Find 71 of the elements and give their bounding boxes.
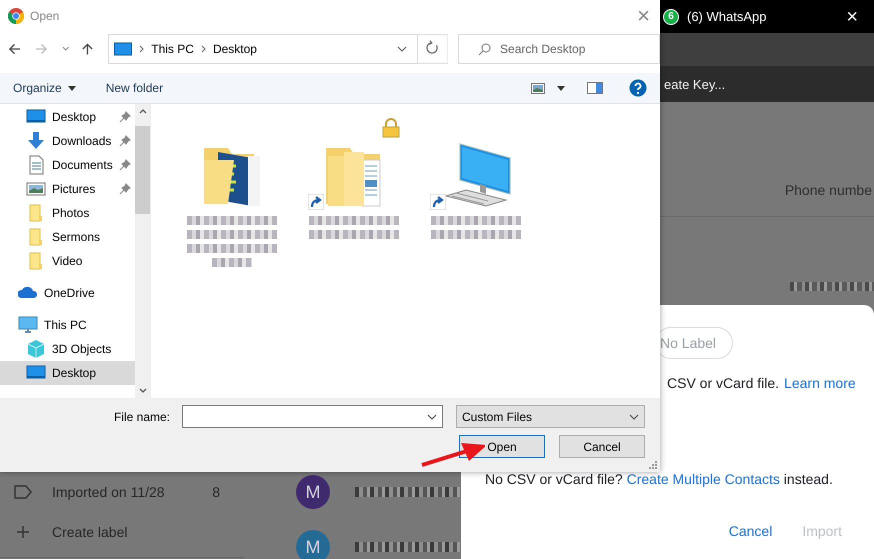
pin-icon [119,135,131,147]
help-icon[interactable] [629,79,647,97]
preview-pane-icon[interactable] [587,82,603,94]
learn-more-link[interactable]: Learn more [784,375,856,391]
pin-icon [119,159,131,171]
back-arrow-icon[interactable] [8,42,21,56]
chevron-down-icon [427,414,437,420]
sidebar-item[interactable]: Photos [0,201,135,225]
sidebar-item[interactable]: Desktop [0,105,135,129]
chevron-down-icon[interactable] [62,46,70,52]
close-button[interactable]: × [637,3,650,29]
file-name-field[interactable] [182,405,443,428]
pin-icon [119,111,131,123]
sidebar-item[interactable]: Video [0,249,135,273]
monitor-icon [114,42,132,56]
create-contacts-link[interactable]: Create Multiple Contacts [626,471,780,487]
instruction-text: CSV or vCard file. [667,375,780,391]
chevron-right-icon [139,45,144,53]
refresh-icon[interactable] [416,33,448,65]
caret-icon [68,86,76,90]
down-arrow-icon [26,131,46,151]
padlock-icon [382,118,400,138]
sidebar-item[interactable]: Downloads [0,129,135,153]
view-icon[interactable] [531,82,545,94]
column-header: Phone numbe [784,182,872,198]
sidebar-item[interactable]: This PC [0,313,135,337]
plus-icon [14,525,32,539]
browser-tab[interactable]: 6 (6) WhatsApp [663,8,846,24]
breadcrumb-item[interactable]: This PC [151,42,194,56]
cube-icon [26,339,46,359]
computer-icon [18,315,38,335]
footer-text: No CSV or vCard file? Create Multiple Contacts instead. [485,471,833,487]
resize-grip-icon [649,461,657,469]
menu-item[interactable]: eate Key... [664,76,726,92]
sidebar-item[interactable]: Desktop [0,361,135,385]
chevron-down-icon[interactable] [396,46,407,52]
search-field[interactable]: Search Desktop [458,34,660,64]
file-type-dropdown[interactable]: Custom Files [456,405,645,428]
caret-icon[interactable] [557,86,565,90]
up-arrow-icon[interactable] [81,42,94,56]
scrollbar[interactable] [135,104,150,398]
pin-icon [119,183,131,195]
sidebar-item[interactable]: Pictures [0,177,135,201]
sidebar-item[interactable]: Documents [0,153,135,177]
sidebar-item[interactable]: Sermons [0,225,135,249]
address-bar[interactable]: This PC Desktop [108,34,417,64]
shortcut-arrow-icon [430,194,446,210]
search-icon [478,43,492,56]
sidebar-item[interactable]: OneDrive [0,281,135,305]
scrollbar-thumb[interactable] [135,126,150,214]
window-title: Open [30,9,60,23]
notification-badge: 6 [663,8,679,24]
avatar: M [296,530,330,559]
chrome-logo-icon [8,8,24,24]
avatar: M [296,475,330,509]
cancel-button[interactable]: Cancel [559,435,645,458]
blurred-text [212,258,252,267]
shortcut-arrow-icon [308,194,324,210]
chevron-right-icon [200,45,206,53]
sidebar-item[interactable]: 3D Objects [0,337,135,361]
chevron-down-icon [138,388,146,393]
chevron-up-icon [138,109,146,114]
cancel-button[interactable]: Cancel [720,519,780,543]
new-folder-button[interactable]: New folder [106,81,164,95]
organize-menu[interactable]: Organize [13,81,76,95]
chevron-down-icon [629,414,639,420]
close-tab-button[interactable]: × [846,6,858,26]
breadcrumb-item[interactable]: Desktop [212,42,257,56]
field-label: File name: [114,410,170,424]
label-icon [14,485,32,499]
pointer-arrow [419,442,485,468]
